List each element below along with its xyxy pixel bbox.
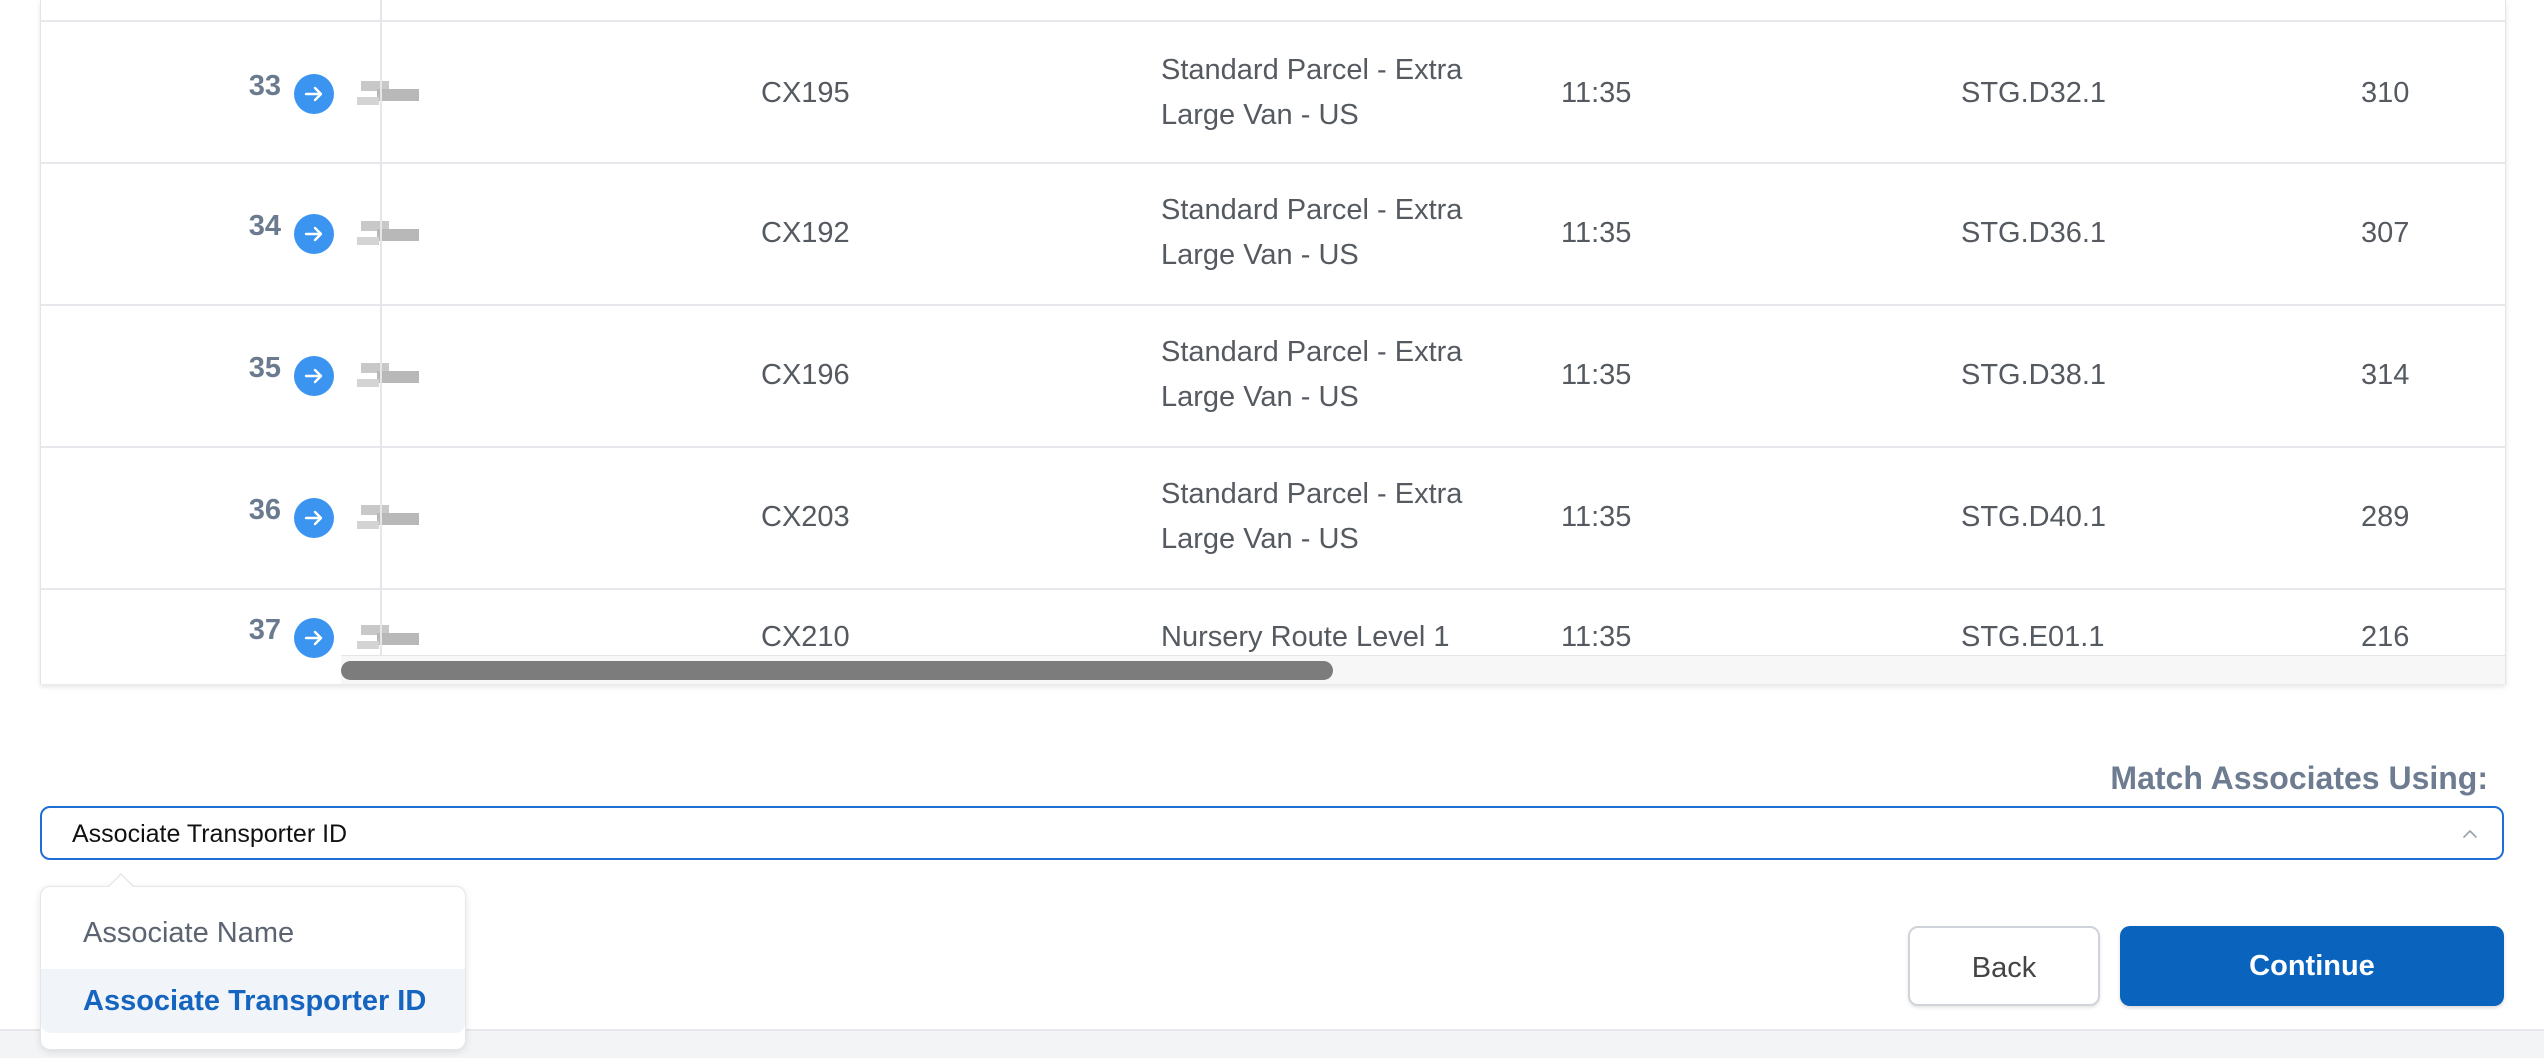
page-card: 33 CX195 Standard Parcel - Extra Large V… — [0, 0, 2544, 1050]
wave-time: 11:35 — [1561, 621, 1632, 653]
row-number: 33 — [248, 70, 281, 102]
table-row: 36 CX203 Standard Parcel - Extra Large V… — [41, 448, 2505, 590]
table-row: 34 CX192 Standard Parcel - Extra Large V… — [41, 164, 2505, 306]
row-number: 36 — [248, 494, 281, 526]
table-row: 35 CX196 Standard Parcel - Extra Large V… — [41, 306, 2505, 448]
redacted-associate — [357, 81, 429, 107]
table-row: 33 CX195 Standard Parcel - Extra Large V… — [41, 20, 2505, 164]
route-code: CX196 — [761, 359, 850, 391]
route-code: CX203 — [761, 501, 850, 533]
select-value: Associate Transporter ID — [72, 820, 348, 848]
service-type-line2: Large Van - US — [1161, 239, 1359, 271]
wave-time: 11:35 — [1561, 217, 1632, 249]
dropdown-pointer-fill — [108, 875, 134, 888]
package-count: 216 — [2361, 621, 2410, 653]
staging-location: STG.E01.1 — [1961, 621, 2105, 653]
arrow-right-circle-icon[interactable] — [294, 498, 334, 538]
redacted-associate — [357, 625, 429, 651]
staging-location: STG.D38.1 — [1961, 359, 2107, 391]
route-code: CX210 — [761, 621, 850, 653]
row-number: 35 — [248, 352, 281, 384]
row-number: 37 — [248, 614, 281, 646]
redacted-associate — [357, 221, 429, 247]
arrow-right-circle-icon[interactable] — [294, 214, 334, 254]
service-type-line1: Standard Parcel - Extra — [1161, 194, 1463, 226]
service-type-line2: Large Van - US — [1161, 99, 1359, 131]
service-type-line1: Nursery Route Level 1 — [1161, 621, 1450, 653]
service-type-line1: Standard Parcel - Extra — [1161, 478, 1463, 510]
service-type-line2: Large Van - US — [1161, 523, 1359, 555]
match-associates-select[interactable]: Associate Transporter ID — [40, 806, 2504, 860]
route-code: CX192 — [761, 217, 850, 249]
redacted-associate — [357, 505, 429, 531]
staging-location: STG.D40.1 — [1961, 501, 2107, 533]
scrollbar-thumb[interactable] — [341, 661, 1333, 680]
arrow-right-circle-icon[interactable] — [294, 356, 334, 396]
select-dropdown-menu: Associate Name Associate Transporter ID — [40, 873, 466, 1050]
arrow-right-circle-icon[interactable] — [294, 618, 334, 658]
service-type-line1: Standard Parcel - Extra — [1161, 54, 1463, 86]
package-count: 289 — [2361, 501, 2410, 533]
frozen-column-divider — [380, 0, 382, 684]
wave-time: 11:35 — [1561, 501, 1632, 533]
wave-time: 11:35 — [1561, 77, 1632, 109]
arrow-right-circle-icon[interactable] — [294, 74, 334, 114]
horizontal-scrollbar[interactable] — [341, 655, 2505, 684]
staging-location: STG.D36.1 — [1961, 217, 2107, 249]
wave-time: 11:35 — [1561, 359, 1632, 391]
package-count: 314 — [2361, 359, 2410, 391]
service-type-line1: Standard Parcel - Extra — [1161, 336, 1463, 368]
package-count: 307 — [2361, 217, 2410, 249]
package-count: 310 — [2361, 77, 2410, 109]
chevron-up-icon — [2458, 822, 2482, 851]
route-code: CX195 — [761, 77, 850, 109]
continue-button[interactable]: Continue — [2120, 926, 2504, 1006]
row-number: 34 — [248, 210, 281, 242]
route-assignment-table: 33 CX195 Standard Parcel - Extra Large V… — [40, 0, 2506, 684]
option-associate-transporter-id[interactable]: Associate Transporter ID — [41, 969, 465, 1033]
redacted-associate — [357, 363, 429, 389]
staging-location: STG.D32.1 — [1961, 77, 2107, 109]
service-type-line2: Large Van - US — [1161, 381, 1359, 413]
option-associate-name[interactable]: Associate Name — [41, 901, 465, 965]
back-button[interactable]: Back — [1908, 926, 2100, 1006]
match-associates-label: Match Associates Using: — [2110, 760, 2488, 796]
